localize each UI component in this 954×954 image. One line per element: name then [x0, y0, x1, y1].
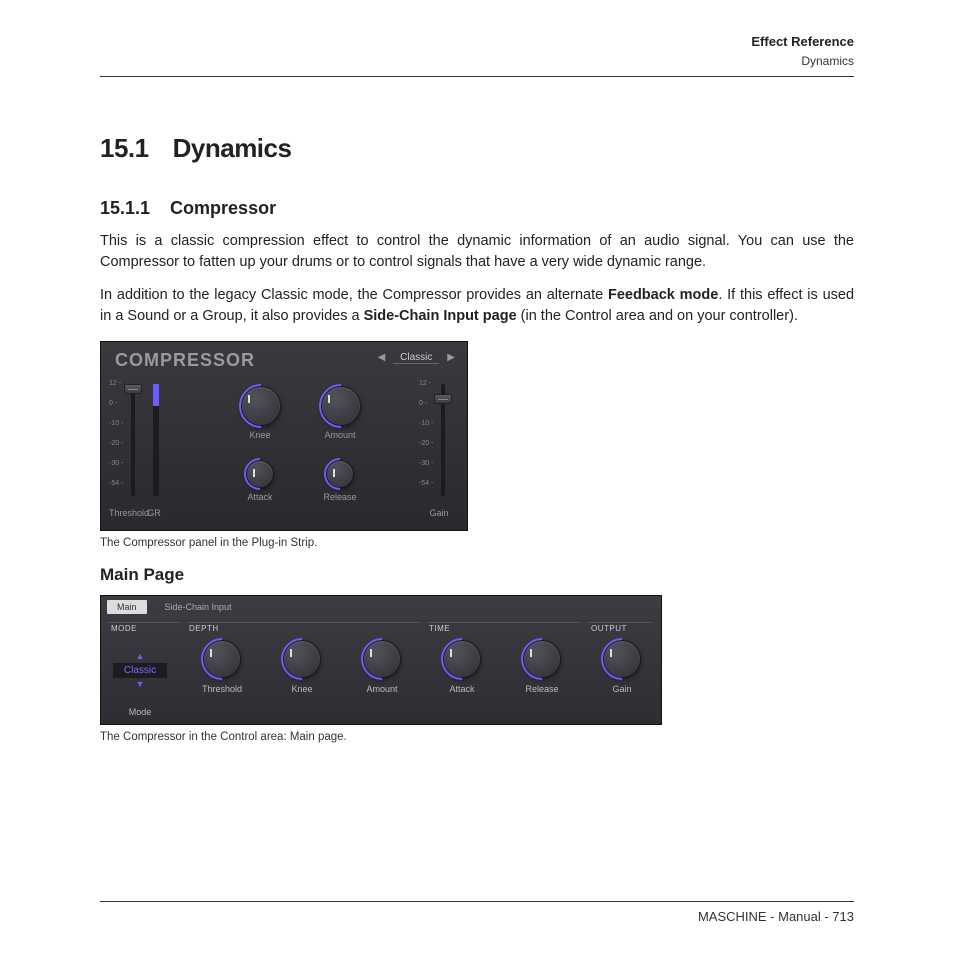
gain-thumb[interactable]: [434, 394, 452, 404]
plugin-title: COMPRESSOR: [115, 350, 255, 371]
header-title: Effect Reference: [100, 32, 854, 52]
section-depth-label: DEPTH: [189, 624, 219, 633]
section-title: Dynamics: [173, 133, 292, 163]
threshold-label: Threshold: [109, 508, 149, 518]
compressor-plugin-panel: COMPRESSOR ◀ Classic ▶ 12 - 0 - -10 - -2…: [100, 341, 468, 531]
gain-ticks: 12 - 0 - -10 - -20 - -30 - -54 -: [419, 380, 433, 500]
preset-name[interactable]: Classic: [393, 352, 439, 364]
section-mode-label: MODE: [111, 624, 137, 633]
gr-label: GR: [147, 508, 161, 518]
compressor-control-panel: Main Side-Chain Input MODE DEPTH TIME OU…: [100, 595, 662, 725]
threshold-thumb[interactable]: [124, 384, 142, 394]
threshold-ticks: 12 - 0 - -10 - -20 - -30 - -54 -: [109, 380, 123, 500]
mode-label: Mode: [113, 707, 167, 717]
attack-knob[interactable]: Attack: [241, 460, 279, 502]
header-subtitle: Dynamics: [100, 52, 854, 70]
main-page-heading: Main Page: [100, 565, 854, 585]
page-header: Effect Reference Dynamics: [100, 32, 854, 70]
threshold-track: [131, 384, 135, 496]
tab-main[interactable]: Main: [107, 600, 147, 614]
cp-release-knob[interactable]: Release: [513, 640, 571, 694]
subsection-title: Compressor: [170, 198, 276, 218]
release-knob[interactable]: Release: [321, 460, 359, 502]
footer-text: MASCHINE - Manual - 713: [698, 909, 854, 924]
preset-selector: ◀ Classic ▶: [378, 352, 455, 364]
mode-value: Classic: [113, 663, 167, 678]
section-number: 15.1: [100, 133, 149, 164]
section-output-label: OUTPUT: [591, 624, 627, 633]
section-heading: 15.1 Dynamics: [100, 133, 854, 164]
subsection-number: 15.1.1: [100, 198, 150, 219]
gain-slider[interactable]: 12 - 0 - -10 - -20 - -30 - -54 - Gain: [419, 380, 459, 518]
knee-knob[interactable]: Knee: [241, 386, 279, 440]
mode-up-arrow[interactable]: ▲: [113, 652, 167, 661]
cp-gain-knob[interactable]: Gain: [593, 640, 651, 694]
control-tabs: Main Side-Chain Input: [107, 600, 242, 614]
preset-prev-arrow[interactable]: ◀: [378, 352, 386, 363]
mode-selector[interactable]: ▲ Classic ▼ Mode: [113, 652, 167, 717]
gr-meter: GR: [149, 380, 163, 518]
paragraph-1: This is a classic compression effect to …: [100, 231, 854, 273]
cp-threshold-knob[interactable]: Threshold: [193, 640, 251, 694]
cp-attack-knob[interactable]: Attack: [433, 640, 491, 694]
gain-label: Gain: [419, 508, 459, 518]
plugin-caption: The Compressor panel in the Plug-in Stri…: [100, 537, 854, 549]
footer-divider: [100, 901, 854, 902]
cp-knee-knob[interactable]: Knee: [273, 640, 331, 694]
mode-down-arrow[interactable]: ▼: [113, 680, 167, 689]
subsection-heading: 15.1.1 Compressor: [100, 198, 854, 219]
amount-knob[interactable]: Amount: [321, 386, 359, 440]
tab-sidechain[interactable]: Side-Chain Input: [155, 600, 242, 614]
cp-amount-knob[interactable]: Amount: [353, 640, 411, 694]
header-divider: [100, 76, 854, 77]
preset-next-arrow[interactable]: ▶: [447, 352, 455, 363]
paragraph-2: In addition to the legacy Classic mode, …: [100, 285, 854, 327]
threshold-slider[interactable]: 12 - 0 - -10 - -20 - -30 - -54 - Thresho…: [109, 380, 149, 518]
section-time-label: TIME: [429, 624, 450, 633]
control-caption: The Compressor in the Control area: Main…: [100, 731, 854, 743]
